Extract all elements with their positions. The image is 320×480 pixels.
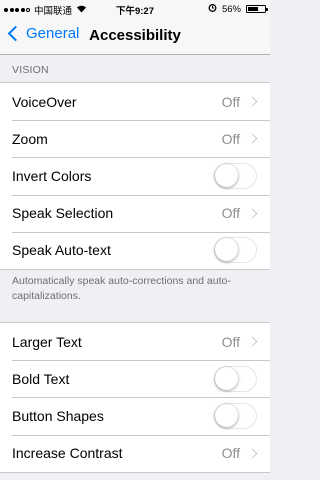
- settings-row-button-shapes: Button Shapes: [0, 397, 270, 434]
- row-label: Button Shapes: [12, 407, 104, 424]
- settings-row-invert-colors: Invert Colors: [0, 157, 270, 194]
- chevron-right-icon: [247, 133, 258, 144]
- navigation-bar: General Accessibility: [0, 18, 270, 55]
- toggle-knob: [215, 163, 238, 187]
- settings-row-zoom[interactable]: Zoom Off: [0, 120, 270, 157]
- row-label: Larger Text: [12, 333, 82, 350]
- toggle-switch-speak-auto-text[interactable]: [214, 237, 257, 264]
- chevron-right-icon: [247, 96, 258, 107]
- alarm-clock-icon: [208, 3, 217, 15]
- toggle-switch-button-shapes[interactable]: [214, 402, 257, 429]
- chevron-right-icon: [247, 208, 258, 219]
- toggle-switch-bold-text[interactable]: [214, 365, 257, 392]
- row-label: Increase Contrast: [12, 445, 123, 462]
- vision-settings-group: VoiceOver Off Zoom Off Invert Colors Speak Se…: [0, 82, 270, 270]
- toggle-switch-invert-colors[interactable]: [214, 162, 257, 189]
- row-value: Off: [221, 93, 240, 110]
- row-label: Bold Text: [12, 370, 70, 387]
- row-label: Zoom: [12, 130, 48, 147]
- row-value: Off: [221, 333, 240, 350]
- chevron-right-icon: [247, 448, 258, 459]
- section-header-vision: VISION: [12, 64, 49, 76]
- row-value: Off: [221, 445, 240, 462]
- section-footer-vision: Automatically speak auto-corrections and…: [12, 275, 231, 302]
- toggle-knob: [215, 403, 238, 427]
- status-right: 56%: [208, 3, 268, 15]
- settings-row-speak-selection[interactable]: Speak Selection Off: [0, 194, 270, 232]
- page-title: Accessibility: [89, 27, 181, 44]
- settings-row-speak-auto-text: Speak Auto-text: [0, 231, 270, 269]
- row-label: Speak Selection: [12, 205, 114, 222]
- row-label: VoiceOver: [12, 93, 77, 110]
- settings-row-voiceover[interactable]: VoiceOver Off: [0, 83, 270, 120]
- row-label: Invert Colors: [12, 167, 92, 184]
- row-value: Off: [221, 205, 240, 222]
- battery-icon: [246, 5, 268, 13]
- chevron-right-icon: [247, 336, 258, 347]
- battery-percent: 56%: [221, 3, 241, 15]
- settings-row-increase-contrast[interactable]: Increase Contrast Off: [0, 434, 270, 472]
- row-label: Speak Auto-text: [12, 242, 111, 259]
- settings-row-larger-text[interactable]: Larger Text Off: [0, 323, 270, 360]
- display-settings-group: Larger Text Off Bold Text Button Shapes Incr…: [0, 322, 270, 473]
- settings-row-bold-text: Bold Text: [0, 360, 270, 397]
- toggle-knob: [215, 366, 238, 390]
- toggle-knob: [215, 238, 238, 262]
- row-value: Off: [221, 130, 240, 147]
- status-bar: 中国联通 下午9:27 56%: [0, 0, 270, 18]
